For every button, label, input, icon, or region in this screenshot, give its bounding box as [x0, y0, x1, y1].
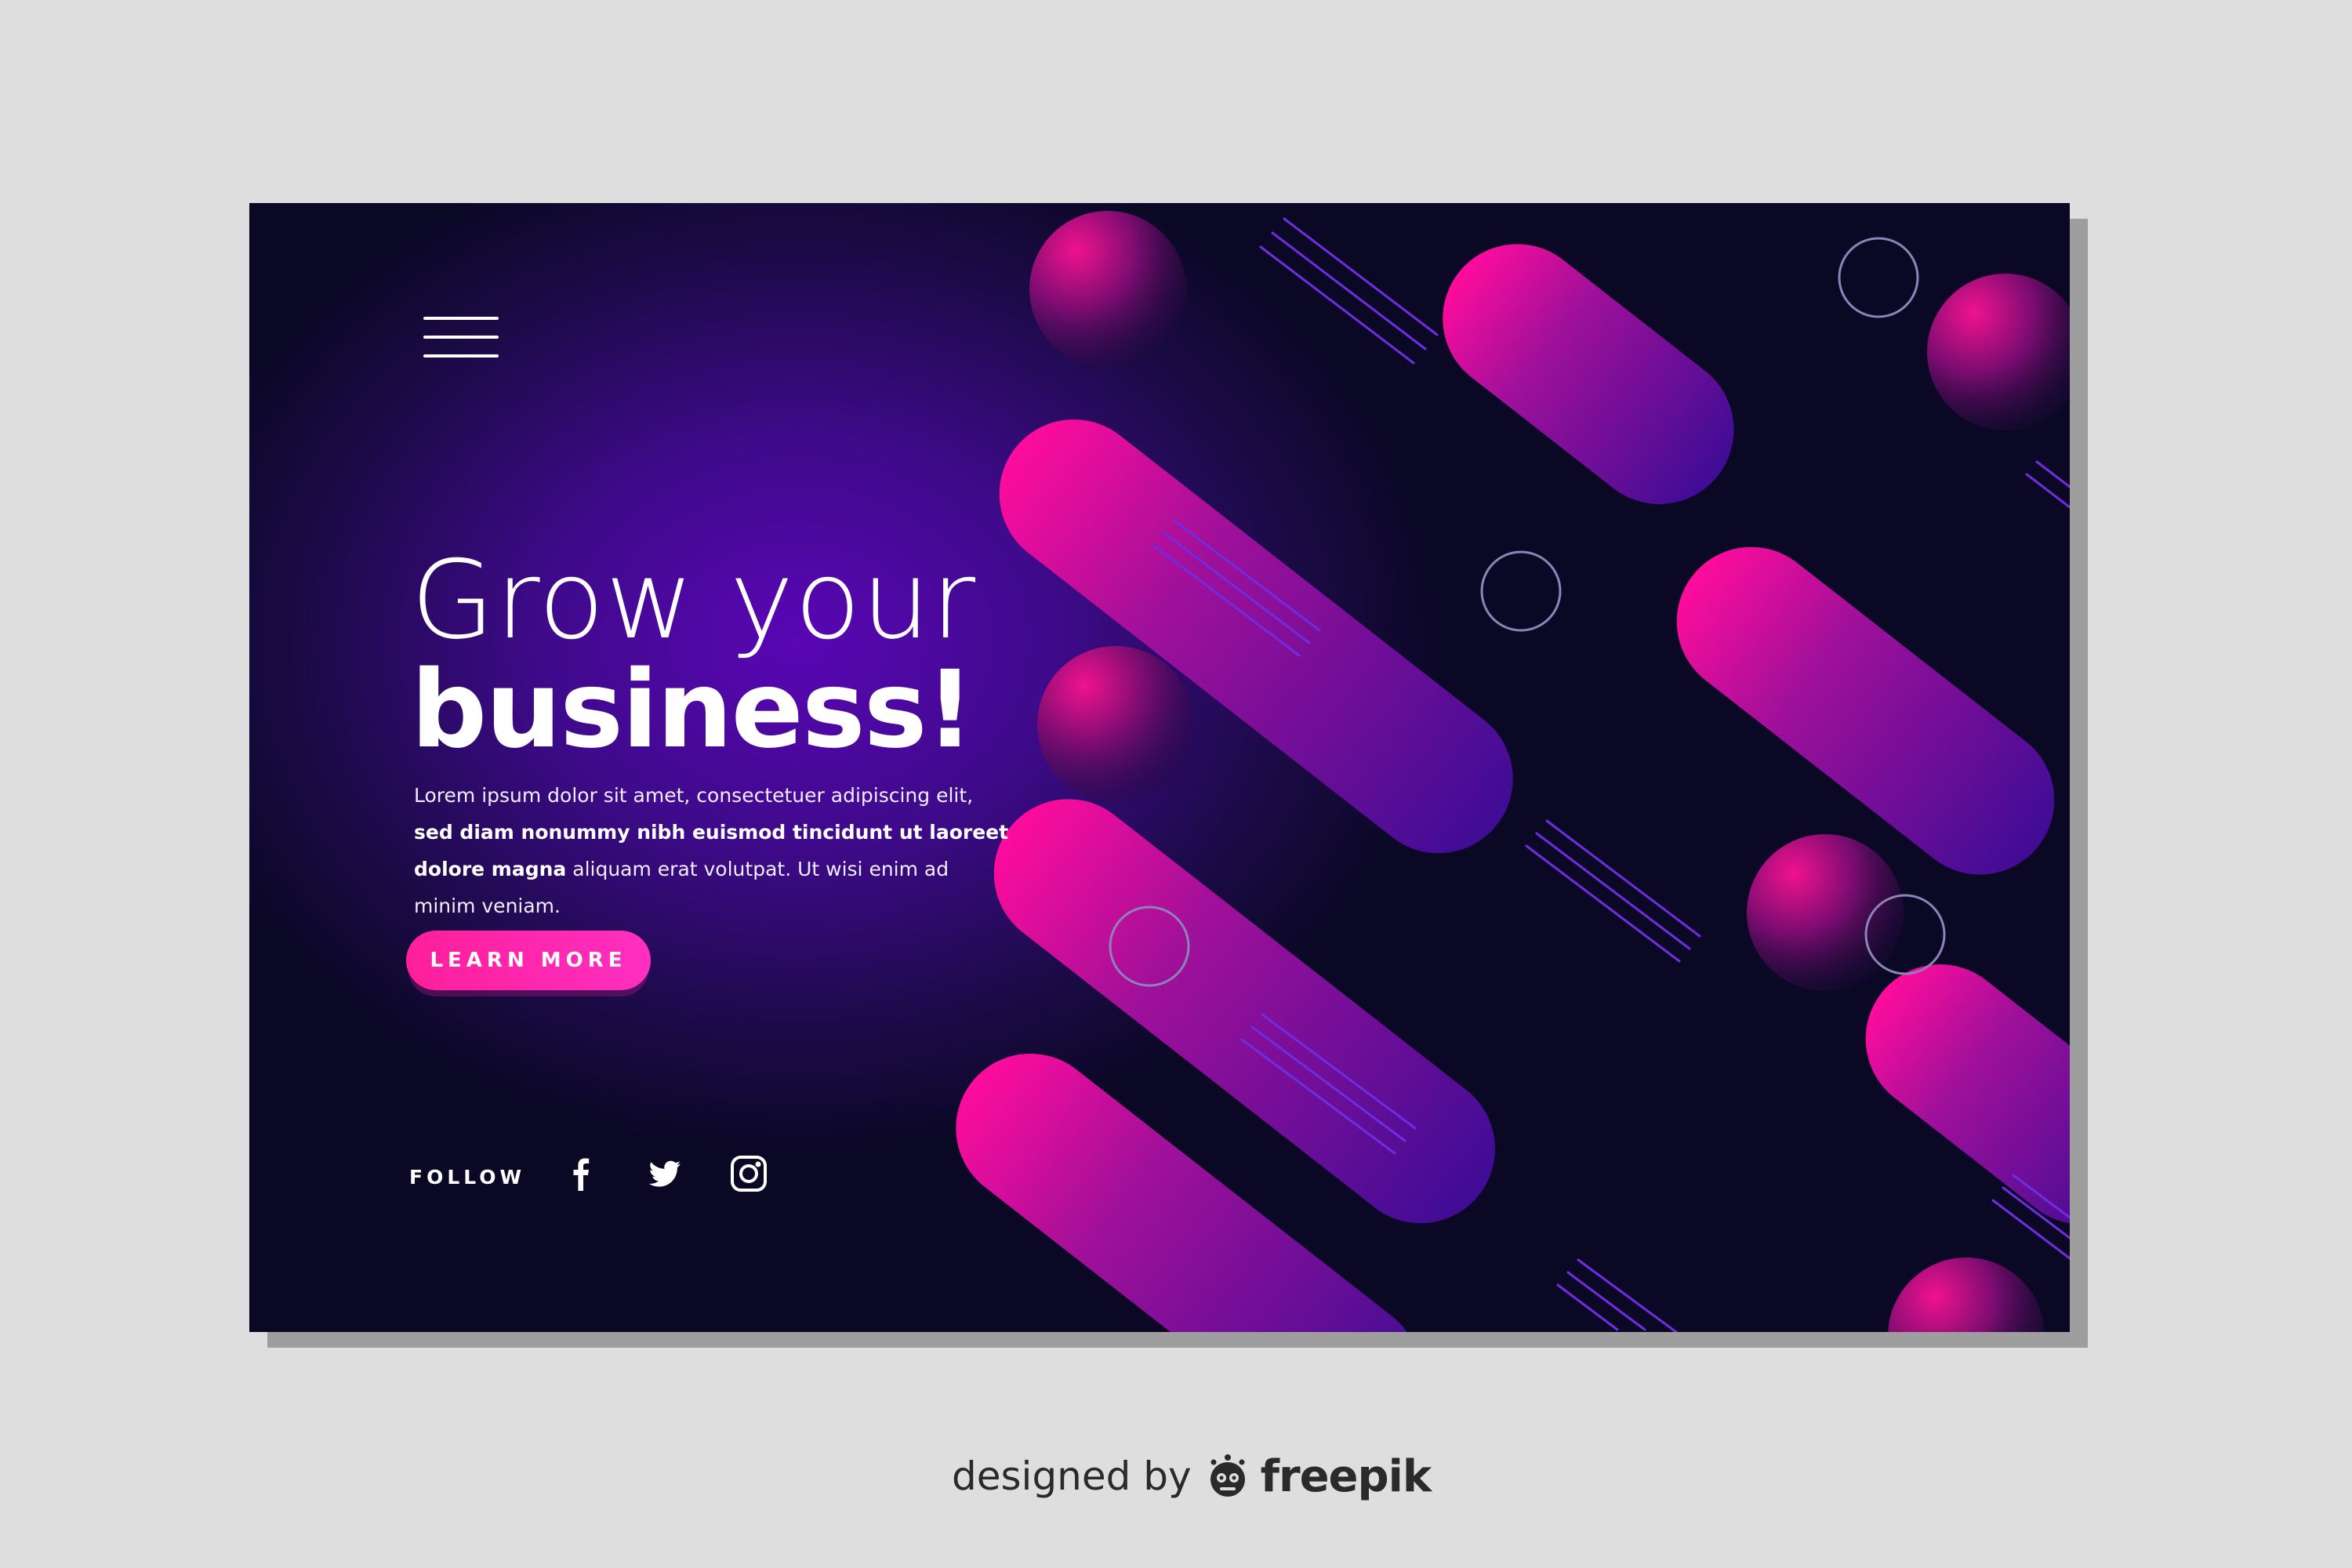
sphere-shape — [1927, 274, 2070, 430]
line-group — [1259, 217, 1439, 365]
sphere-shape — [1029, 211, 1186, 368]
sphere-shape — [1747, 834, 1904, 991]
line-group — [2025, 460, 2070, 509]
line-group — [1556, 1258, 1678, 1332]
freepik-brand-text: freepik — [1260, 1450, 1432, 1502]
instagram-icon[interactable] — [725, 1150, 772, 1197]
description-text: Lorem ipsum dolor sit amet, consectetuer… — [414, 784, 974, 807]
capsule-shape — [1443, 244, 1734, 504]
ring-outline — [1480, 550, 1562, 632]
learn-more-button[interactable]: LEARN MORE — [406, 931, 651, 990]
ring-outline — [1838, 237, 1919, 318]
line-group — [1525, 819, 1701, 963]
landing-page-card: Grow your business! Lorem ipsum dolor si… — [249, 203, 2070, 1332]
headline-line-1: Grow your — [411, 537, 977, 663]
hero-description: Lorem ipsum dolor sit amet, consectetuer… — [414, 777, 1010, 924]
headline-line-2: business! — [411, 648, 975, 772]
freepik-logo-icon — [1210, 1454, 1245, 1497]
follow-label: FOLLOW — [409, 1166, 526, 1189]
capsule-shape — [1865, 964, 2070, 1225]
sphere-shape — [1037, 646, 1194, 803]
menu-bar — [423, 354, 499, 358]
hamburger-menu-icon[interactable] — [423, 315, 499, 359]
hero-headline: Grow your business! — [411, 537, 977, 772]
designer-credit: designed by freepik — [952, 1449, 1432, 1504]
sphere-shape — [1888, 1258, 2045, 1332]
menu-bar — [423, 336, 499, 339]
twitter-icon[interactable] — [641, 1150, 688, 1197]
facebook-icon[interactable] — [557, 1150, 604, 1197]
designed-by-text: designed by — [952, 1454, 1192, 1499]
menu-bar — [423, 317, 499, 320]
